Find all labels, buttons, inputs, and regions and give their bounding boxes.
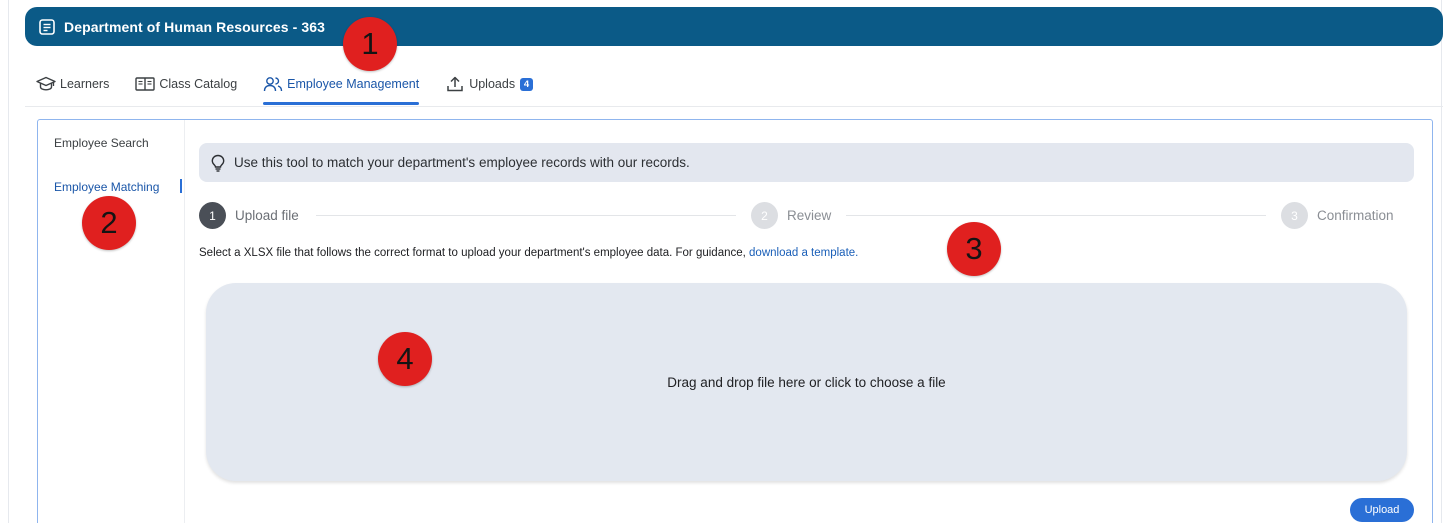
file-dropzone[interactable]: Drag and drop file here or click to choo… bbox=[206, 283, 1407, 481]
document-icon bbox=[36, 16, 58, 38]
tab-employee-management[interactable]: Employee Management bbox=[263, 70, 420, 105]
step-connector-1 bbox=[316, 215, 736, 216]
tab-learners[interactable]: Learners bbox=[36, 70, 109, 98]
tabs-divider bbox=[25, 106, 1443, 107]
frame-right-border bbox=[1441, 0, 1442, 523]
step-2-circle: 2 bbox=[751, 202, 778, 229]
upload-instruction: Select a XLSX file that follows the corr… bbox=[199, 247, 858, 259]
step-3-label: Confirmation bbox=[1317, 208, 1394, 223]
annotation-marker-3: 3 bbox=[947, 222, 1001, 276]
step-1-label: Upload file bbox=[235, 208, 299, 223]
upload-button[interactable]: Upload bbox=[1350, 498, 1414, 522]
sidenav-item-employee-search[interactable]: Employee Search bbox=[54, 136, 149, 150]
upload-icon bbox=[445, 75, 465, 93]
annotation-marker-2: 2 bbox=[82, 196, 136, 250]
tip-banner: Use this tool to match your department's… bbox=[199, 143, 1414, 182]
dropzone-text: Drag and drop file here or click to choo… bbox=[667, 374, 946, 390]
annotation-marker-1: 1 bbox=[343, 17, 397, 71]
main-tabs: Learners Class Catalog Employee Manageme… bbox=[36, 70, 559, 106]
department-header: Department of Human Resources - 363 bbox=[25, 7, 1443, 46]
step-2-label: Review bbox=[787, 208, 832, 223]
sidenav-active-indicator bbox=[180, 179, 182, 193]
tab-uploads[interactable]: Uploads 4 bbox=[445, 70, 534, 98]
lightbulb-icon bbox=[208, 153, 228, 173]
sidenav-item-employee-matching[interactable]: Employee Matching bbox=[54, 180, 159, 194]
step-1-circle: 1 bbox=[199, 202, 226, 229]
graduation-cap-icon bbox=[36, 75, 56, 93]
tab-class-catalog-label: Class Catalog bbox=[159, 77, 238, 91]
step-connector-2 bbox=[846, 215, 1266, 216]
annotation-marker-4: 4 bbox=[378, 332, 432, 386]
people-icon bbox=[263, 75, 283, 93]
step-3-circle: 3 bbox=[1281, 202, 1308, 229]
tab-class-catalog[interactable]: Class Catalog bbox=[135, 70, 237, 98]
download-template-link[interactable]: download a template. bbox=[749, 247, 858, 259]
employee-matching-panel: Employee Search Employee Matching Use th… bbox=[37, 119, 1433, 523]
page: Department of Human Resources - 363 Lear… bbox=[0, 0, 1450, 523]
instruction-text: Select a XLSX file that follows the corr… bbox=[199, 247, 750, 259]
upload-stepper: 1 Upload file 2 Review 3 Confirmation bbox=[199, 202, 1402, 230]
frame-left-border bbox=[8, 0, 9, 523]
tip-text: Use this tool to match your department's… bbox=[234, 155, 690, 170]
open-book-icon bbox=[135, 75, 156, 93]
tab-learners-label: Learners bbox=[60, 77, 110, 91]
tab-employee-management-label: Employee Management bbox=[287, 77, 420, 91]
department-title: Department of Human Resources - 363 bbox=[64, 18, 326, 35]
tab-uploads-label: Uploads bbox=[469, 77, 516, 91]
uploads-count-badge: 4 bbox=[520, 77, 534, 91]
side-navigation: Employee Search Employee Matching bbox=[38, 120, 185, 523]
